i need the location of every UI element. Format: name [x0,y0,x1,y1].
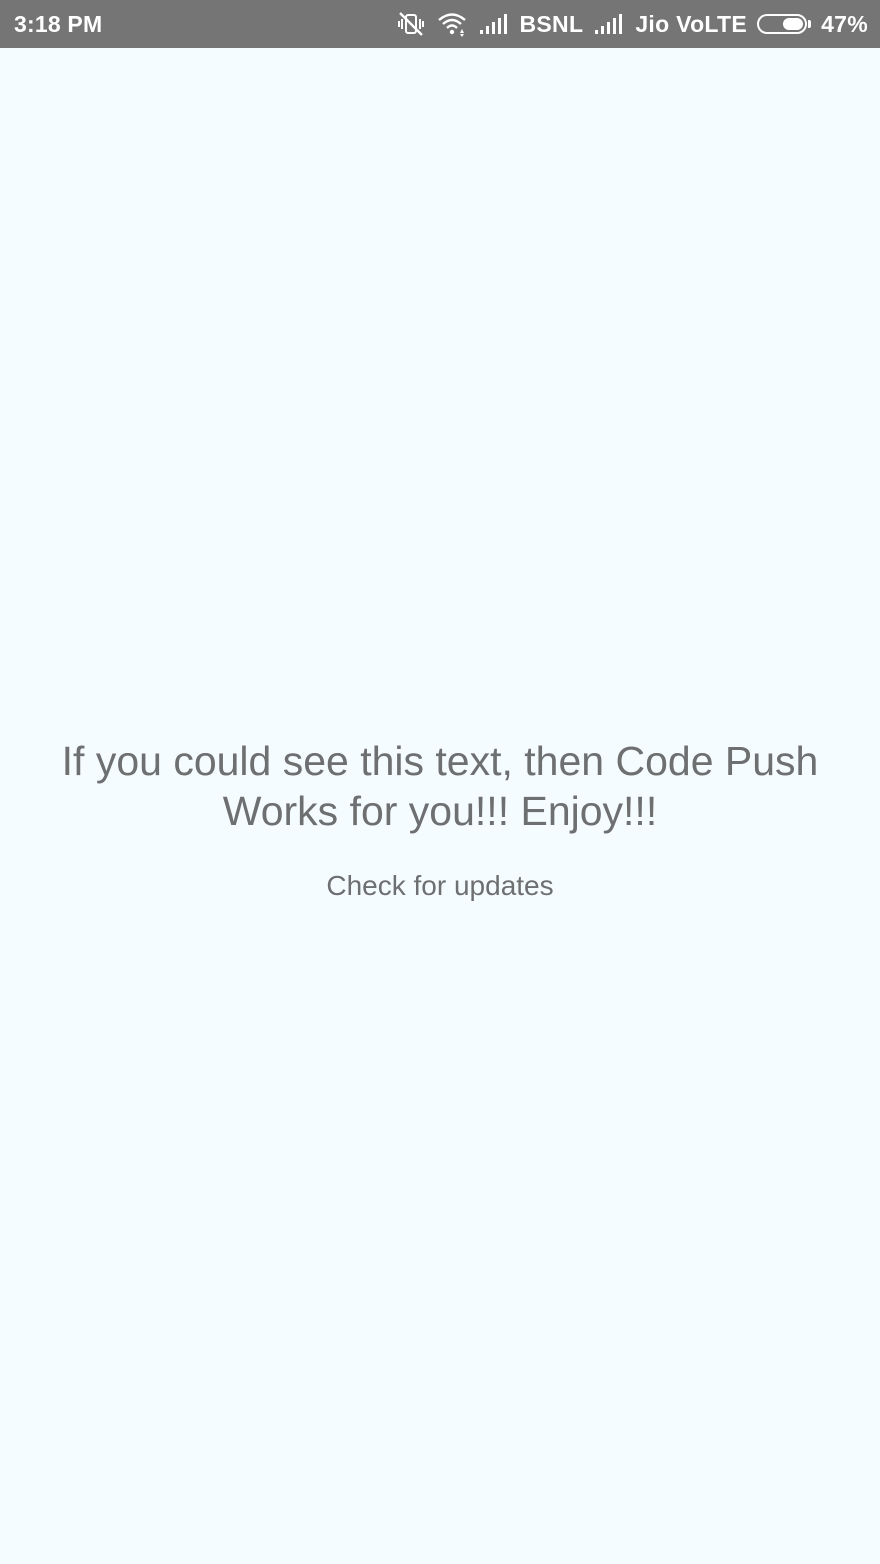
signal-icon [478,12,510,36]
status-time: 3:18 PM [14,10,103,37]
check-for-updates-button[interactable]: Check for updates [300,866,580,906]
app-container: If you could see this text, then Code Pu… [0,48,880,1564]
wifi-icon [436,11,468,37]
status-bar: 3:18 PM BSNL Jio VoLTE 47% [0,0,880,48]
carrier-1-label: BSNL [519,10,584,37]
battery-icon [757,14,812,34]
battery-percent: 47% [821,10,868,37]
signal-icon [593,12,625,36]
status-indicators: BSNL Jio VoLTE 47% [396,9,869,39]
carrier-2-label: Jio VoLTE [635,10,748,37]
battery-level-fill [783,18,804,30]
vibrate-off-icon [396,9,426,39]
welcome-message: If you could see this text, then Code Pu… [61,738,819,834]
